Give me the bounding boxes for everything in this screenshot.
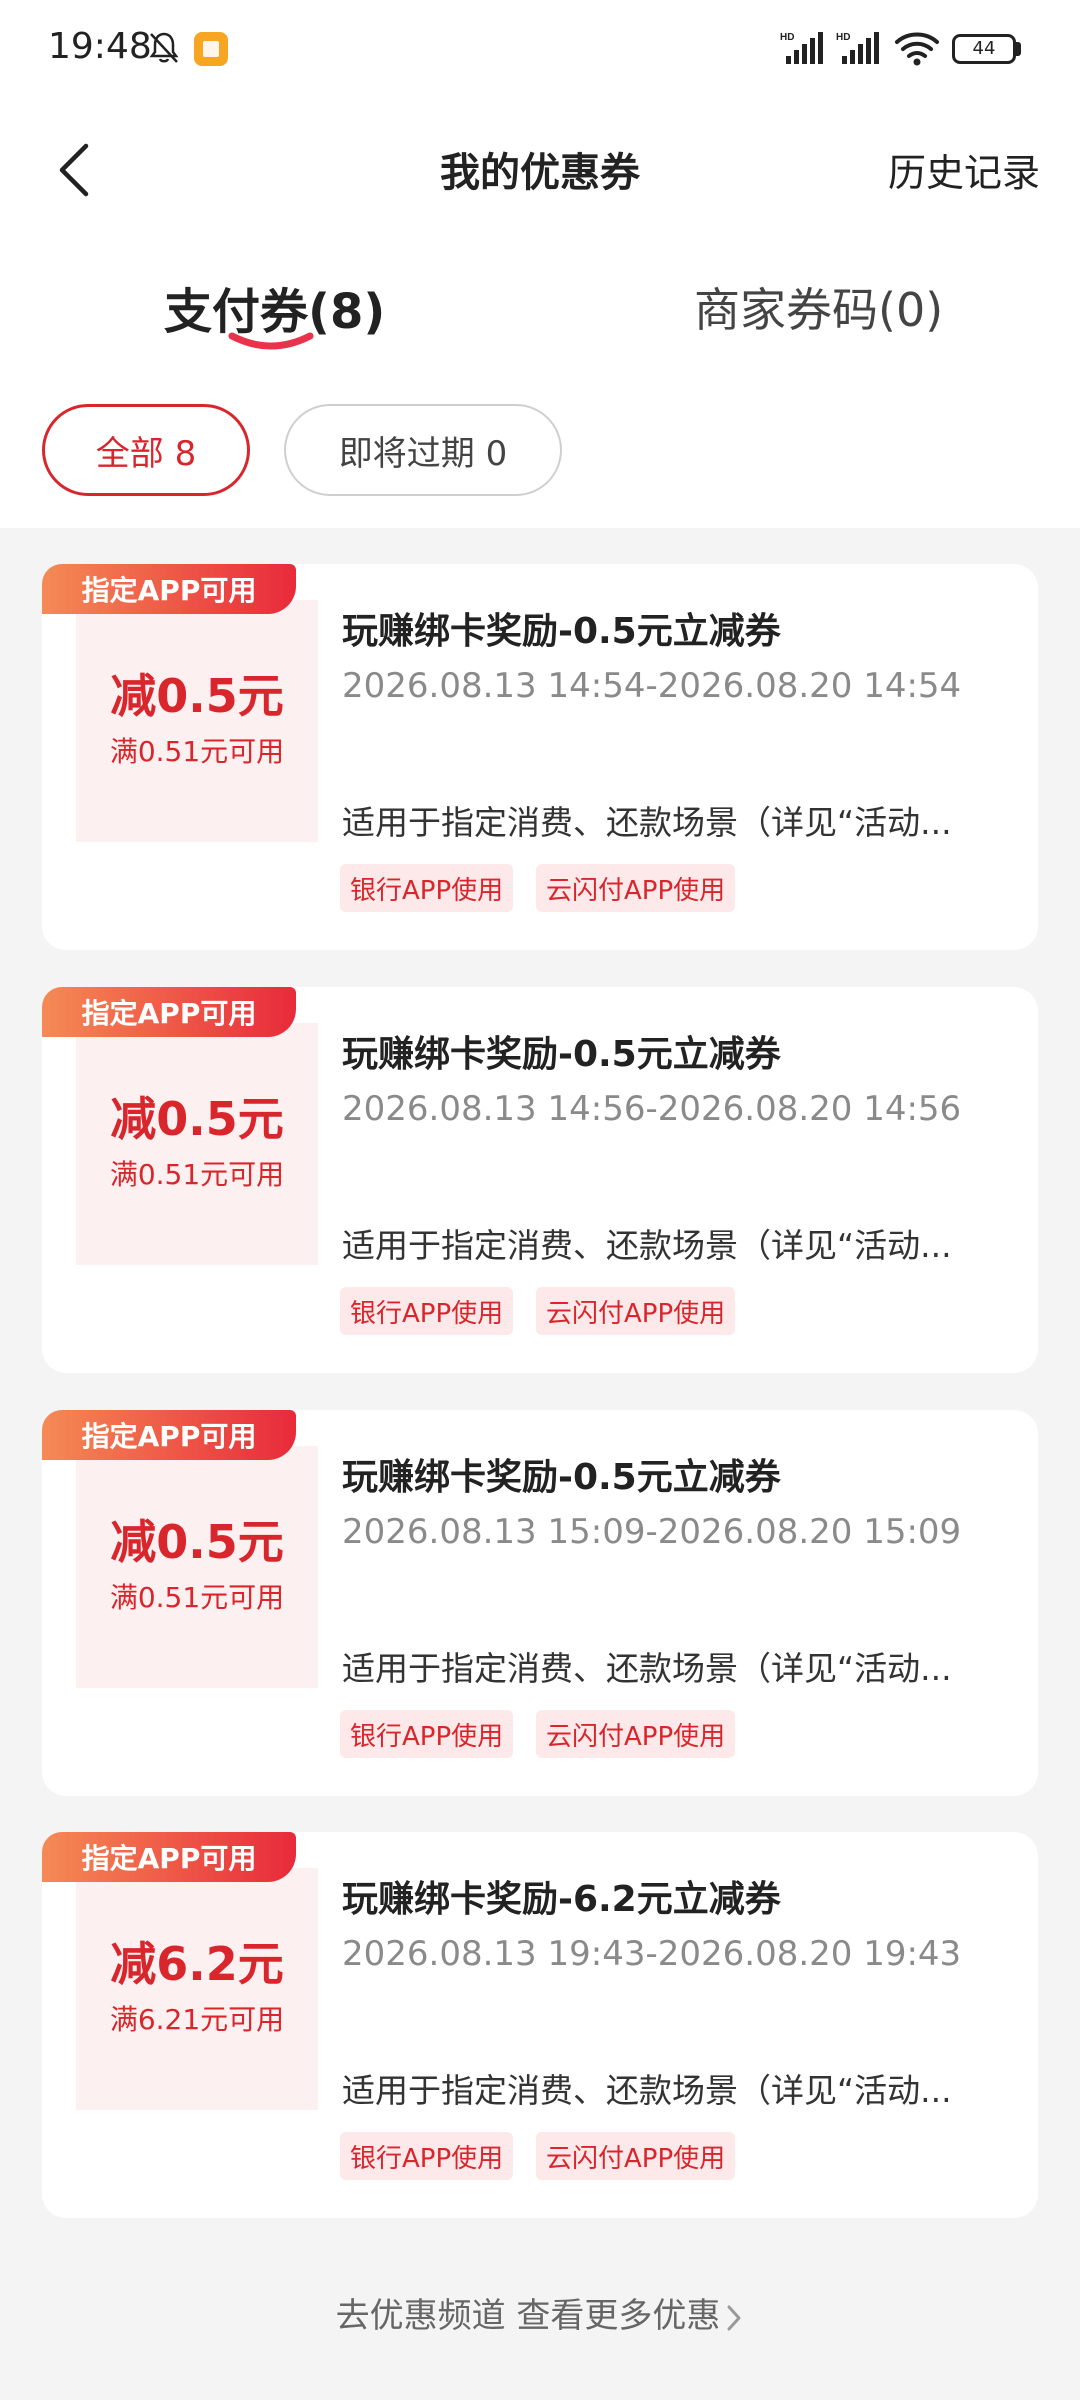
coupon-ribbon: 指定APP可用 [42,564,296,614]
coupon-tag: 银行APP使用 [340,1710,514,1758]
coupon-amount: 减6.2元 [110,1937,284,1991]
coupon-tag: 云闪付APP使用 [536,2132,736,2180]
coupon-title: 玩赚绑卡奖励-6.2元立减券 [342,1879,781,1920]
signal-icon: HD [780,32,823,64]
coupon-title: 玩赚绑卡奖励-0.5元立减券 [342,1457,781,1498]
coupon-amount-panel: 减0.5元 满0.51元可用 [76,1446,318,1688]
coupon-amount-panel: 减0.5元 满0.51元可用 [76,1023,318,1265]
coupon-card[interactable]: 减0.5元 满0.51元可用 指定APP可用 玩赚绑卡奖励-0.5元立减券 20… [42,564,1038,950]
coupon-description: 适用于指定消费、还款场景（详见“活动... [342,803,952,842]
coupon-ribbon: 指定APP可用 [42,987,296,1037]
status-time: 19:48 [48,26,152,67]
coupon-tag: 云闪付APP使用 [536,1287,736,1335]
history-button[interactable]: 历史记录 [888,142,1040,197]
coupon-tag: 云闪付APP使用 [536,1710,736,1758]
tab-merchant-codes[interactable]: 商家券码(0) [694,274,943,340]
svg-text:HD: HD [836,32,850,43]
coupon-card[interactable]: 减0.5元 满0.51元可用 指定APP可用 玩赚绑卡奖励-0.5元立减券 20… [42,1410,1038,1796]
coupon-description: 适用于指定消费、还款场景（详见“活动... [342,1226,952,1265]
battery-icon: 44 [952,34,1016,64]
filter-expiring-chip[interactable]: 即将过期 0 [284,404,562,496]
coupon-card[interactable]: 减0.5元 满0.51元可用 指定APP可用 玩赚绑卡奖励-0.5元立减券 20… [42,987,1038,1373]
coupon-title: 玩赚绑卡奖励-0.5元立减券 [342,1034,781,1075]
coupon-description: 适用于指定消费、还款场景（详见“活动... [342,2071,952,2110]
coupon-condition: 满0.51元可用 [109,735,285,768]
coupon-condition: 满0.51元可用 [109,1581,285,1614]
coupon-amount: 减0.5元 [110,1092,284,1146]
coupon-amount: 减0.5元 [110,669,284,723]
active-tab-indicator [228,332,314,350]
coupon-card[interactable]: 减6.2元 满6.21元可用 指定APP可用 玩赚绑卡奖励-6.2元立减券 20… [42,1832,1038,2218]
svg-text:HD: HD [780,32,794,43]
signal-icon: HD [836,32,879,64]
coupon-validity: 2026.08.13 15:09-2026.08.20 15:09 [342,1512,962,1552]
coupon-ribbon: 指定APP可用 [42,1410,296,1460]
wifi-icon [895,32,939,66]
chevron-right-icon [727,2305,741,2330]
coupon-amount-panel: 减0.5元 满0.51元可用 [76,600,318,842]
more-offers-link[interactable]: 去优惠频道 查看更多优惠 [0,2288,1080,2337]
coupon-tag: 云闪付APP使用 [536,864,736,912]
battery-level: 44 [972,38,996,59]
more-offers-label: 去优惠频道 查看更多优惠 [335,2296,721,2336]
coupon-ribbon: 指定APP可用 [42,1832,296,1882]
coupon-amount-panel: 减6.2元 满6.21元可用 [76,1868,318,2110]
bell-muted-icon [149,32,179,63]
coupon-tag: 银行APP使用 [340,1287,514,1335]
coupon-validity: 2026.08.13 14:56-2026.08.20 14:56 [342,1089,962,1129]
coupon-title: 玩赚绑卡奖励-0.5元立减券 [342,611,781,652]
coupon-tag: 银行APP使用 [340,864,514,912]
coupon-condition: 满6.21元可用 [109,2003,285,2036]
battery-tip [1016,42,1021,56]
coupon-tag: 银行APP使用 [340,2132,514,2180]
notification-app-icon [194,32,228,66]
coupon-condition: 满0.51元可用 [109,1158,285,1191]
coupon-validity: 2026.08.13 14:54-2026.08.20 14:54 [342,666,962,706]
filter-all-chip[interactable]: 全部 8 [42,404,250,496]
coupon-amount: 减0.5元 [110,1515,284,1569]
coupon-description: 适用于指定消费、还款场景（详见“活动... [342,1649,952,1688]
coupon-validity: 2026.08.13 19:43-2026.08.20 19:43 [342,1934,962,1974]
